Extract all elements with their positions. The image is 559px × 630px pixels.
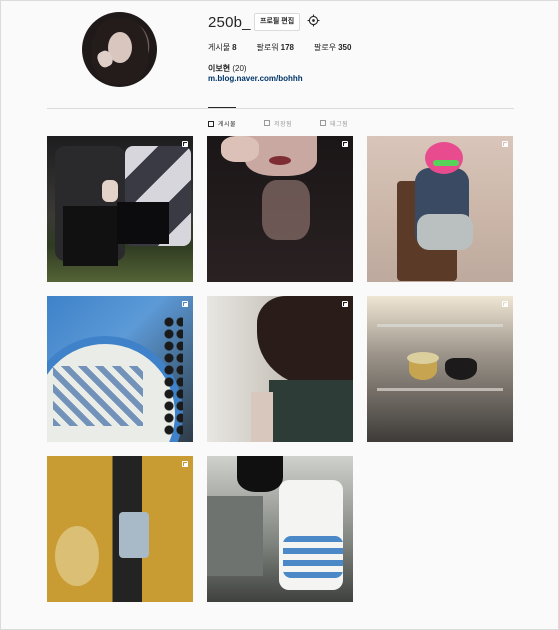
- grid-icon: [208, 120, 214, 127]
- post-thumbnail[interactable]: [47, 456, 193, 602]
- multi-photo-icon: [182, 461, 188, 467]
- stat-posts-label: 게시물: [208, 43, 231, 52]
- profile-stats: 게시물 8 팔로워 178 팔로우 350: [208, 42, 351, 53]
- bookmark-icon: [264, 120, 271, 126]
- profile-tabs: 게시물 저장됨 태그됨: [208, 107, 348, 128]
- tab-posts-label: 게시물: [218, 122, 237, 128]
- post-thumbnail[interactable]: [207, 296, 353, 442]
- stat-following-label: 팔로우: [314, 43, 337, 52]
- tab-posts[interactable]: 게시물: [208, 107, 237, 128]
- stat-followers-label: 팔로워: [256, 43, 279, 52]
- profile-age: (20): [232, 64, 247, 73]
- stat-following[interactable]: 팔로우 350: [314, 42, 351, 53]
- tab-saved-label: 저장됨: [274, 121, 293, 128]
- profile-avatar[interactable]: [82, 12, 157, 87]
- post-thumbnail[interactable]: [47, 136, 193, 282]
- stat-following-value: 350: [338, 43, 352, 52]
- posts-grid: [47, 136, 513, 602]
- edit-profile-button[interactable]: 프로필 편집: [254, 13, 301, 31]
- post-thumbnail[interactable]: [207, 456, 353, 602]
- post-thumbnail[interactable]: [367, 296, 513, 442]
- stat-posts: 게시물 8: [208, 42, 237, 53]
- multi-photo-icon: [182, 141, 188, 147]
- profile-name: 이보현: [208, 64, 231, 73]
- profile-link[interactable]: m.blog.naver.com/bohhh: [208, 74, 303, 83]
- multi-photo-icon: [182, 301, 188, 307]
- settings-gear-icon[interactable]: [307, 14, 320, 27]
- tab-tagged-label: 태그됨: [330, 121, 349, 128]
- multi-photo-icon: [502, 301, 508, 307]
- tab-saved[interactable]: 저장됨: [264, 107, 292, 128]
- multi-photo-icon: [342, 141, 348, 147]
- tab-tagged[interactable]: 태그됨: [320, 107, 348, 128]
- profile-username: 250b_: [208, 14, 251, 31]
- tag-icon: [320, 120, 327, 126]
- post-thumbnail[interactable]: [367, 136, 513, 282]
- stat-followers-value: 178: [280, 43, 294, 52]
- multi-photo-icon: [342, 301, 348, 307]
- stat-followers[interactable]: 팔로워 178: [257, 42, 294, 53]
- post-thumbnail[interactable]: [207, 136, 353, 282]
- post-thumbnail[interactable]: [47, 296, 193, 442]
- multi-photo-icon: [502, 141, 508, 147]
- profile-realname: 이보현 (20): [208, 63, 247, 74]
- stat-posts-value: 8: [232, 43, 237, 52]
